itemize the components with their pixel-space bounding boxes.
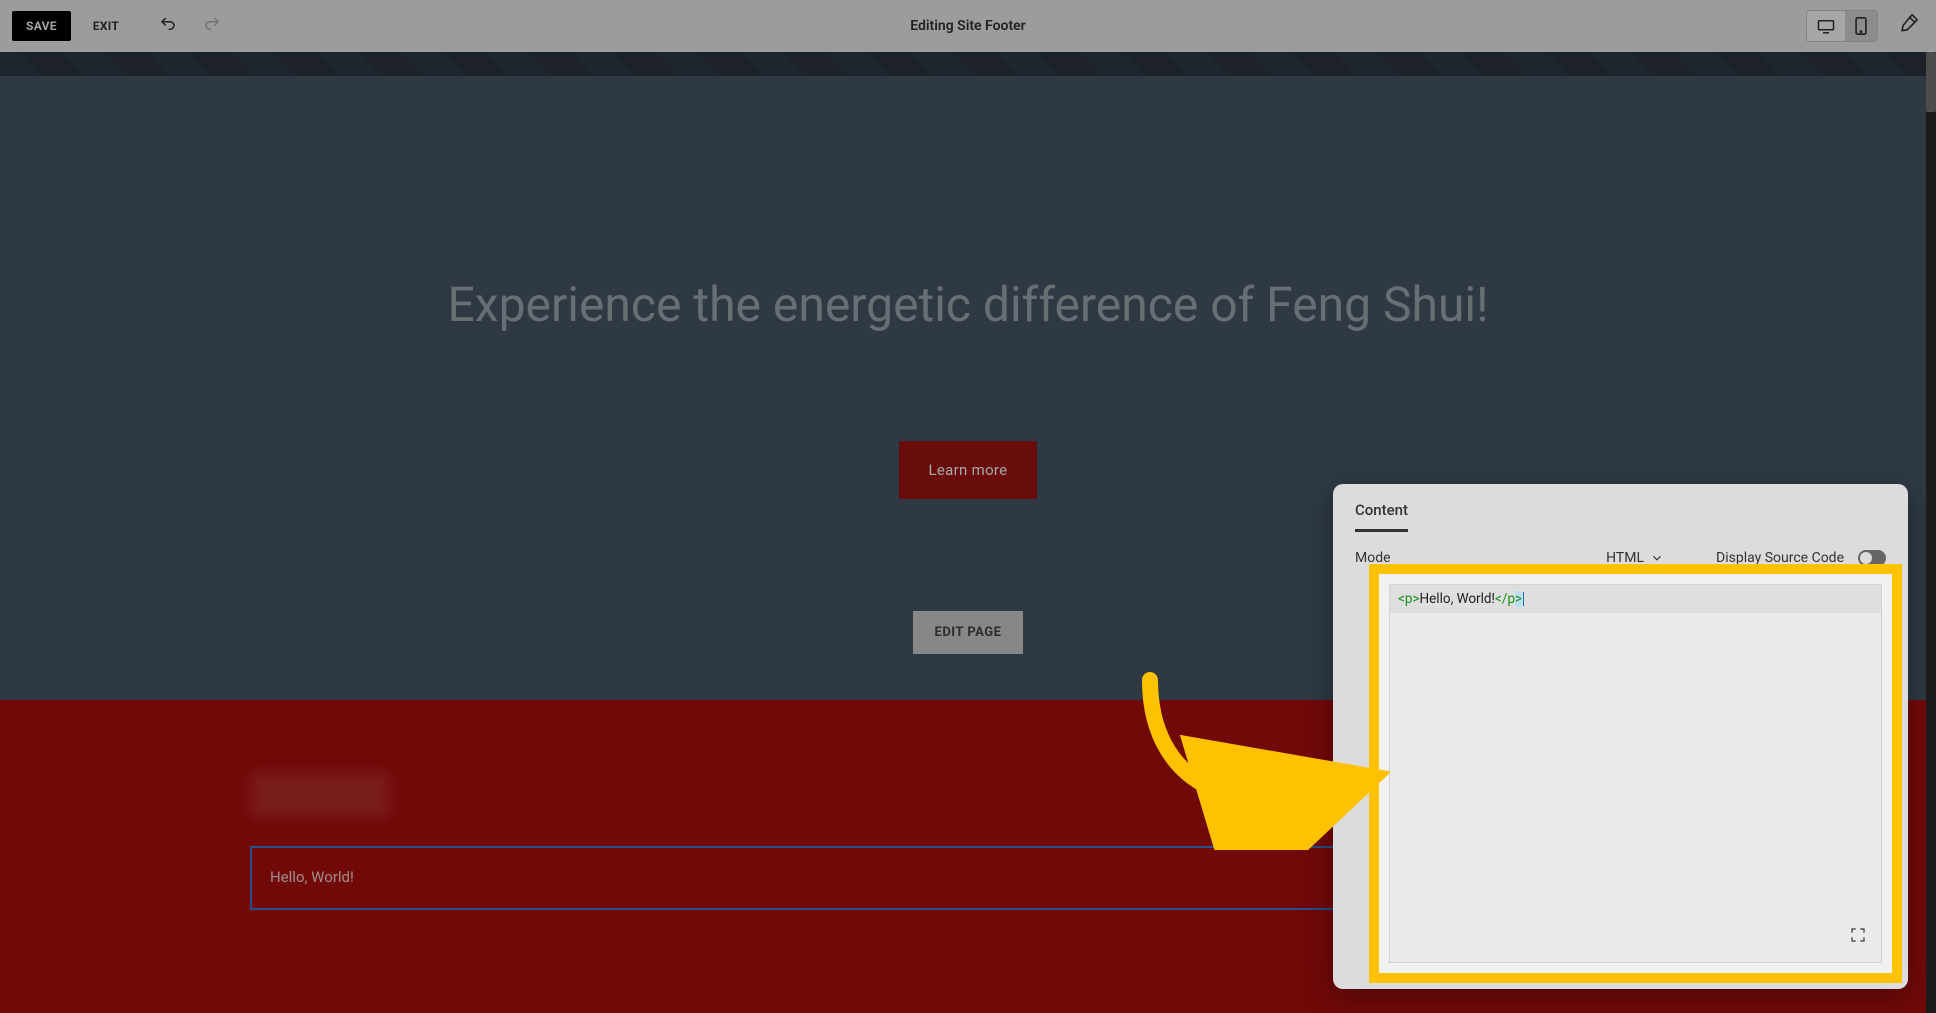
- code-token-close-gt: >: [1515, 591, 1522, 607]
- code-editor-highlight-frame: <p>Hello, World!</p>: [1369, 564, 1902, 983]
- code-token-close-name: p: [1507, 591, 1515, 607]
- paintbrush-icon: [1898, 14, 1918, 34]
- fullscreen-icon: [1849, 926, 1867, 944]
- viewport-mobile-button[interactable]: [1845, 11, 1877, 41]
- code-token-text: Hello, World!: [1420, 591, 1495, 607]
- canvas-scrollbar-thumb[interactable]: [1926, 52, 1936, 112]
- fullscreen-button[interactable]: [1849, 926, 1867, 948]
- code-block-rendered-text: Hello, World!: [270, 868, 354, 886]
- footer-logo-placeholder: [250, 772, 390, 818]
- topbar-right-group: [1806, 8, 1924, 44]
- content-panel-tabs: Content: [1333, 484, 1908, 536]
- learn-more-button[interactable]: Learn more: [899, 441, 1038, 499]
- undo-icon: [159, 15, 177, 33]
- tab-content[interactable]: Content: [1355, 501, 1408, 532]
- code-token-open-tag: <p>: [1398, 591, 1420, 607]
- code-token-close-slash: </: [1495, 591, 1507, 607]
- hero-headline: Experience the energetic difference of F…: [448, 276, 1489, 333]
- exit-button[interactable]: EXIT: [79, 11, 133, 41]
- text-cursor-icon: [1523, 592, 1524, 606]
- desktop-icon: [1817, 18, 1835, 34]
- canvas-scrollbar-track[interactable]: [1926, 52, 1936, 1013]
- undo-button[interactable]: [155, 11, 181, 41]
- page-title: Editing Site Footer: [910, 18, 1025, 34]
- viewport-desktop-button[interactable]: [1807, 11, 1845, 41]
- save-button[interactable]: SAVE: [12, 11, 71, 41]
- chevron-down-icon: [1650, 551, 1664, 565]
- redo-icon: [203, 15, 221, 33]
- code-editor[interactable]: <p>Hello, World!</p>: [1389, 584, 1882, 963]
- code-line-1: <p>Hello, World!</p>: [1390, 585, 1881, 613]
- content-panel: Content Mode HTML Display Source Code <p…: [1333, 484, 1908, 989]
- edit-page-button[interactable]: EDIT PAGE: [913, 611, 1024, 654]
- mobile-icon: [1855, 17, 1867, 35]
- undo-redo-group: [155, 11, 225, 41]
- hero-dark-band: [0, 52, 1936, 76]
- redo-button[interactable]: [199, 11, 225, 41]
- viewport-toggle-group: [1806, 10, 1878, 42]
- editor-topbar: SAVE EXIT Editing Site Footer: [0, 0, 1936, 52]
- design-tool-button[interactable]: [1892, 8, 1924, 44]
